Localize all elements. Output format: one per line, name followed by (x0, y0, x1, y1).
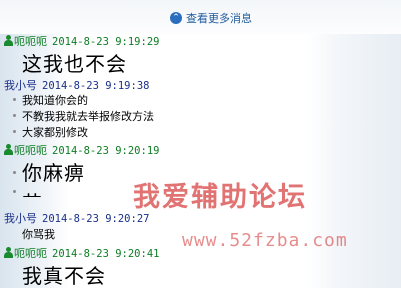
up-arrow-icon: ⌃ (170, 12, 182, 24)
message-text: 这我也不会 (22, 52, 127, 76)
bullet (13, 190, 16, 193)
timestamp: 2014-8-23 9:20:27 (42, 213, 150, 225)
bullet (13, 98, 16, 101)
timestamp: 2014-8-23 9:19:38 (42, 80, 150, 92)
timestamp: 2014-8-23 9:20:41 (52, 248, 160, 260)
sender-name: 我小号 (4, 79, 37, 92)
user-icon (4, 35, 13, 46)
watermark-url: www.52fzba.com (182, 230, 348, 251)
sender-name: 呃呃呃 (14, 247, 47, 260)
message-line: 不教我我就去举报修改方法 (22, 110, 154, 123)
message-header: 我小号 2014-8-23 9:20:27 (4, 210, 149, 226)
message-line: 我知道你会的 (22, 94, 88, 107)
watermark-title: 我爱辅助论坛 (133, 182, 307, 213)
bullet (13, 171, 16, 174)
sender-name: 我小号 (4, 212, 37, 225)
message-header: 呃呃呃 2014-8-23 9:20:19 (4, 142, 159, 158)
bullet (13, 130, 16, 133)
bullet (13, 114, 16, 117)
message-line: 大家都别修改 (22, 126, 88, 139)
message-header: 呃呃呃 2014-8-23 9:19:29 (4, 33, 159, 49)
sender-name: 呃呃呃 (14, 144, 47, 157)
view-more-messages-link[interactable]: ⌃ 查看更多消息 (170, 10, 252, 26)
message-text: 我真不会 (22, 264, 106, 288)
user-icon (4, 247, 13, 258)
message-text: 你骂我 (22, 228, 55, 241)
sender-name: 呃呃呃 (14, 35, 47, 48)
timestamp: 2014-8-23 9:19:29 (52, 36, 160, 48)
view-more-label: 查看更多消息 (186, 12, 252, 25)
timestamp: 2014-8-23 9:20:19 (52, 145, 160, 157)
message-text-clipped: 艹 (22, 186, 42, 197)
message-header: 我小号 2014-8-23 9:19:38 (4, 77, 149, 93)
message-header: 呃呃呃 2014-8-23 9:20:41 (4, 245, 159, 261)
message-text: 你麻痹 (22, 161, 85, 185)
user-icon (4, 144, 13, 155)
